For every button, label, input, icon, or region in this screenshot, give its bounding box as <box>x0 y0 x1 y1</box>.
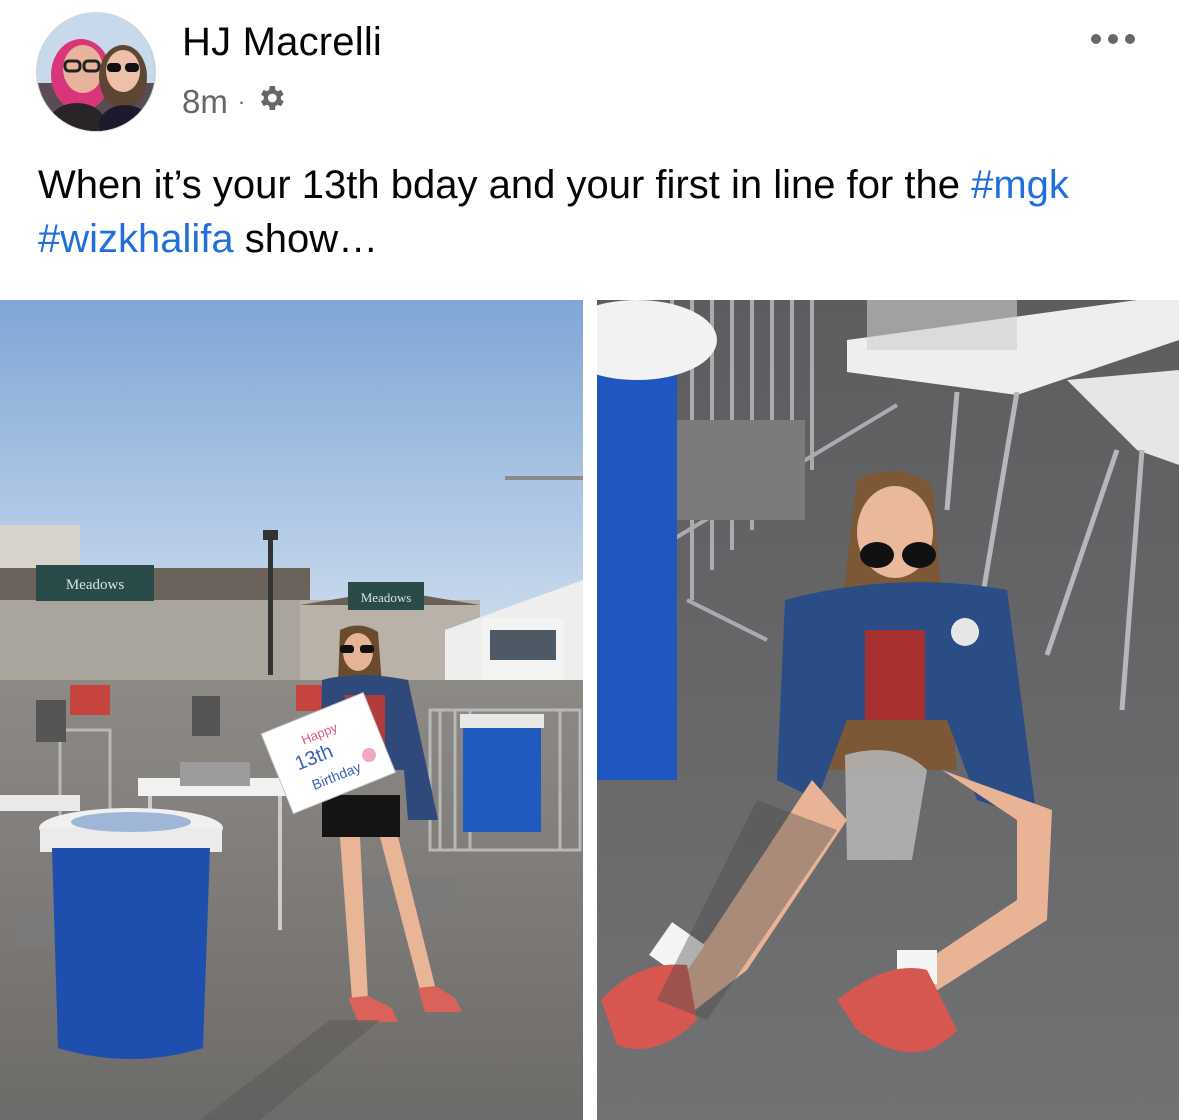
timestamp[interactable]: 8m <box>182 83 228 121</box>
building-sign-right: Meadows <box>361 590 412 605</box>
meta-separator: · <box>237 89 246 114</box>
post-header: HJ Macrelli 8m · <box>0 0 1179 140</box>
hashtag-wizkhalifa[interactable]: #wizkhalifa <box>38 217 234 261</box>
more-options-icon[interactable] <box>1087 24 1139 54</box>
author-name[interactable]: HJ Macrelli <box>182 20 382 65</box>
hashtag-mgk[interactable]: #mgk <box>971 163 1069 207</box>
post-photo-right[interactable] <box>597 300 1179 1120</box>
post-photo-left[interactable]: Meadows Meadows Happy 13th Birthday <box>0 300 583 1120</box>
post-caption: When it’s your 13th bday and your first … <box>38 158 1148 266</box>
avatar[interactable] <box>36 12 156 132</box>
gear-icon[interactable] <box>255 82 287 122</box>
building-sign-left: Meadows <box>66 577 124 593</box>
caption-text-end: show… <box>233 217 379 261</box>
caption-text: When it’s your 13th bday and your first … <box>38 163 972 207</box>
post-meta: 8m · <box>182 82 287 122</box>
